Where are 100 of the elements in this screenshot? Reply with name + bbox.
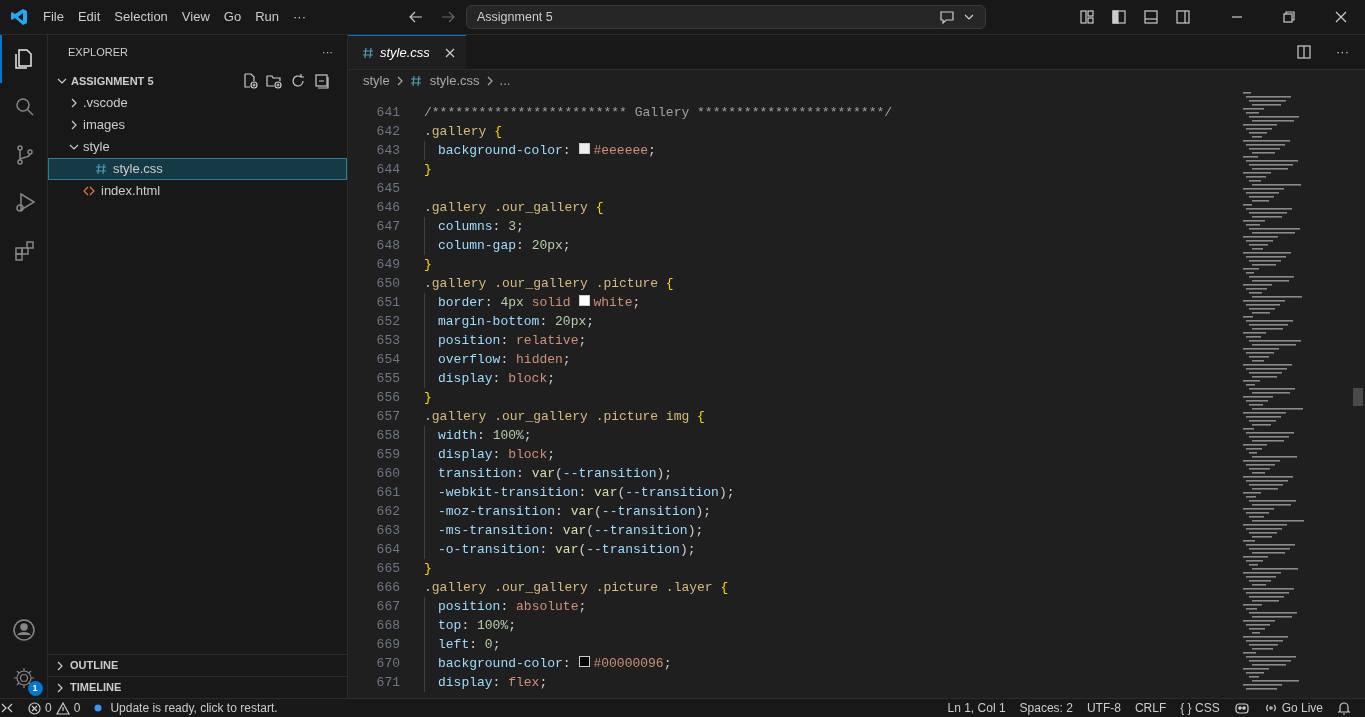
update-message[interactable]: Update is ready, click to restart. <box>94 699 278 717</box>
code-line: display: block; <box>438 445 556 464</box>
close-icon[interactable] <box>1335 11 1347 23</box>
logo-icon <box>10 8 28 26</box>
line-number: 664 <box>375 540 400 559</box>
forward-arrow-icon[interactable] <box>440 9 456 25</box>
code-line: left: 0; <box>438 635 501 654</box>
secondary-sidebar-icon[interactable] <box>1175 9 1191 25</box>
account-icon[interactable] <box>11 618 36 642</box>
line-number: 655 <box>375 369 400 388</box>
code-line: } <box>424 559 432 578</box>
line-number: 670 <box>375 654 400 673</box>
copilot-icon[interactable] <box>1233 701 1250 715</box>
line-number: 659 <box>375 445 400 464</box>
status-item[interactable]: CRLF <box>1134 699 1167 717</box>
code-line: .gallery .our_gallery .picture .layer { <box>424 578 729 597</box>
menu-item[interactable]: File <box>36 5 71 29</box>
scrollbar-thumb[interactable] <box>1353 388 1363 406</box>
tree-item[interactable]: images <box>48 114 347 136</box>
code-line: /************************* Gallery ************************/ <box>424 103 893 122</box>
sidebar-title: EXPLORER <box>68 45 128 61</box>
breadcrumb-item[interactable]: style <box>363 71 390 91</box>
line-number: 647 <box>375 217 400 236</box>
extensions-icon[interactable] <box>13 239 37 263</box>
line-number: 642 <box>375 122 400 141</box>
menu-item[interactable]: Go <box>216 5 249 29</box>
split-editor-icon[interactable] <box>1296 44 1312 60</box>
back-arrow-icon[interactable] <box>408 9 424 25</box>
status-item[interactable]: Ln 1, Col 1 <box>947 699 1006 717</box>
tree-item[interactable]: style.css <box>48 158 347 180</box>
code-line: .gallery { <box>424 122 503 141</box>
breadcrumb-item[interactable]: style.css <box>409 71 480 91</box>
code-line: .gallery .our_gallery .picture img { <box>424 407 705 426</box>
code-line: background-color: #00000096; <box>438 654 672 673</box>
line-number: 653 <box>375 331 400 350</box>
menu-item[interactable]: Selection <box>107 5 175 29</box>
tree-item[interactable]: ASSIGNMENT 5 <box>48 70 347 92</box>
breadcrumb-item[interactable]: ... <box>499 71 511 91</box>
collapse-all-icon[interactable] <box>314 73 330 89</box>
settings-icon[interactable] <box>11 666 36 690</box>
search-field[interactable]: Assignment 5 <box>466 5 986 29</box>
menu-item[interactable]: ··· <box>286 5 313 29</box>
close-icon[interactable] <box>444 46 456 59</box>
code-line: background-color: #eeeeee; <box>438 141 656 160</box>
tree-item[interactable]: .vscode <box>48 92 347 114</box>
layout-icon[interactable] <box>1079 9 1095 25</box>
status-item[interactable]: Spaces: 2 <box>1019 699 1073 717</box>
code-line: overflow: hidden; <box>438 350 571 369</box>
more-actions-button[interactable]: ··· <box>1336 42 1349 62</box>
run-debug-icon[interactable] <box>13 191 37 215</box>
status-item[interactable]: UTF-8 <box>1086 699 1121 717</box>
error-icon <box>28 701 41 715</box>
code-line: position: absolute; <box>438 597 587 616</box>
line-number: 649 <box>375 255 400 274</box>
code-line: display: flex; <box>438 673 548 692</box>
section-header[interactable]: OUTLINE <box>48 654 347 676</box>
tree-item[interactable]: index.html <box>48 180 347 202</box>
dot-icon <box>94 704 103 712</box>
code-line: margin-bottom: 20px; <box>438 312 595 331</box>
line-number: 666 <box>375 578 400 597</box>
code-icon <box>83 185 95 197</box>
color-swatch[interactable] <box>579 294 591 306</box>
more-actions-button[interactable]: ··· <box>322 44 333 61</box>
go-live-button[interactable]: Go Live <box>1263 699 1323 717</box>
code-line: -o-transition: var(--transition); <box>438 540 696 559</box>
line-number: 656 <box>375 388 400 407</box>
restore-icon[interactable] <box>1283 11 1295 23</box>
color-swatch[interactable] <box>579 655 591 667</box>
line-number: 669 <box>375 635 400 654</box>
tree-item[interactable]: style <box>48 136 347 158</box>
menu-item[interactable]: View <box>174 5 217 29</box>
line-number: 641 <box>375 103 400 122</box>
code-line: -moz-transition: var(--transition); <box>438 502 712 521</box>
menu-item[interactable]: Edit <box>70 5 108 29</box>
problems-button[interactable]: 0 0 <box>28 699 81 717</box>
line-number: 668 <box>375 616 400 635</box>
remote-icon[interactable] <box>0 701 14 715</box>
language-button[interactable]: { } CSS <box>1180 699 1220 717</box>
bell-icon[interactable] <box>1337 701 1351 715</box>
chat-icon[interactable] <box>939 9 955 25</box>
panel-toggle-icon[interactable] <box>1143 9 1159 25</box>
code-line: columns: 3; <box>438 217 524 236</box>
notification-badge: 1 <box>27 681 43 696</box>
line-number: 657 <box>375 407 400 426</box>
new-folder-icon[interactable] <box>266 73 282 89</box>
line-number: 646 <box>375 198 400 217</box>
line-number: 671 <box>375 673 400 692</box>
line-number: 663 <box>375 521 400 540</box>
code-line: border: 4px solid white; <box>438 293 641 312</box>
refresh-icon[interactable] <box>290 73 306 89</box>
sidebar-toggle-icon[interactable] <box>1111 9 1127 25</box>
color-swatch[interactable] <box>579 142 591 154</box>
editor-tab[interactable]: style.css <box>348 35 466 69</box>
line-number: 652 <box>375 312 400 331</box>
menu-item[interactable]: Run <box>248 5 286 29</box>
broadcast-icon <box>1263 702 1278 714</box>
new-file-icon[interactable] <box>242 73 258 89</box>
code-line: -ms-transition: var(--transition); <box>438 521 704 540</box>
code-line: -webkit-transition: var(--transition); <box>438 483 735 502</box>
warning-icon <box>55 701 70 715</box>
